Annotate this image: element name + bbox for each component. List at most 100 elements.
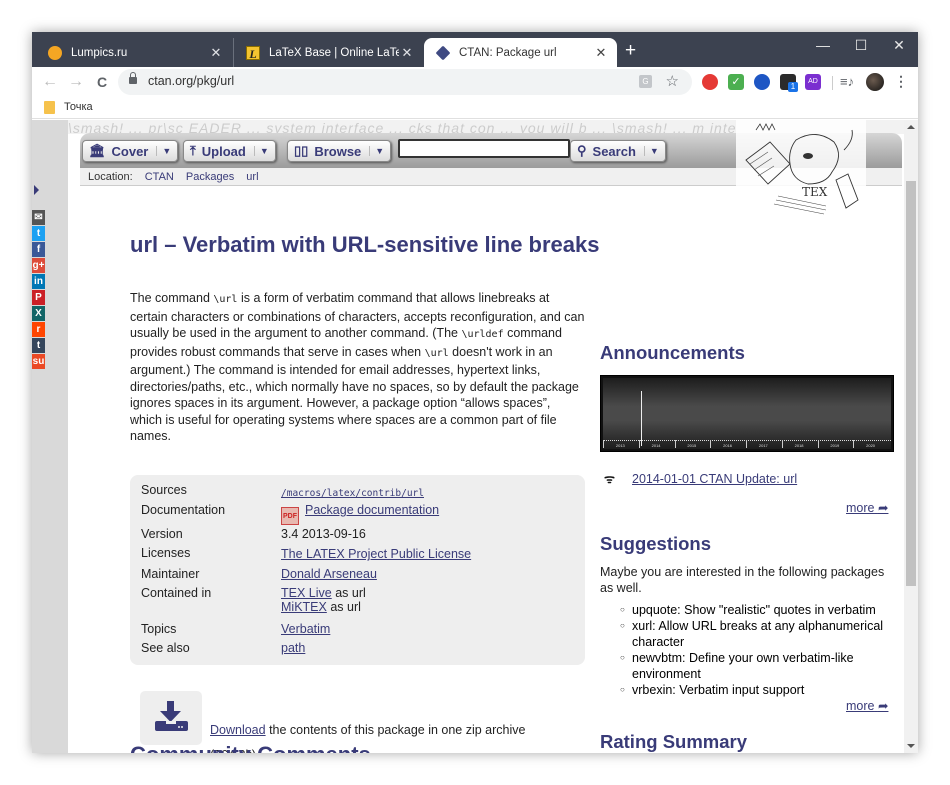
suggestion-link[interactable]: xurl: Allow URL breaks at any alphanumer… [632, 619, 883, 649]
maximize-button[interactable]: ☐ [843, 35, 879, 55]
browse-label: Browse [314, 143, 362, 159]
inline-code: \url [424, 347, 449, 359]
ctan-page: \smash! ... pr\sc EADER ... system inter… [68, 120, 904, 753]
scrollbar-thumb[interactable] [906, 181, 916, 586]
contained-suffix: as url [326, 600, 361, 614]
suggestion-link[interactable]: newvbtm: Define your own verbatim-like e… [632, 651, 854, 681]
timeline-background [603, 378, 891, 449]
suggestions-more-link[interactable]: more ➦ [846, 698, 888, 713]
suggestion-item: vrbexin: Verbatim input support [620, 682, 910, 698]
timeline-year-label: 2013 [615, 443, 625, 448]
media-playlist-icon[interactable]: ≡♪ [840, 74, 856, 90]
download-button[interactable] [140, 691, 202, 745]
close-window-button[interactable]: ✕ [881, 35, 917, 55]
address-bar[interactable]: ctan.org/pkg/url G ☆ [118, 69, 692, 95]
translate-icon[interactable]: G [639, 75, 652, 88]
page-title: url – Verbatim with URL-sensitive line b… [130, 232, 600, 257]
breadcrumb-url[interactable]: url [246, 171, 258, 183]
rating-summary-heading: Rating Summary [600, 731, 748, 752]
breadcrumb-packages[interactable]: Packages [186, 171, 234, 183]
suggestion-link[interactable]: vrbexin: Verbatim input support [632, 683, 804, 697]
timeline-tick [603, 440, 604, 448]
tab-close-icon[interactable]: ✕ [399, 45, 415, 61]
search-input[interactable] [398, 139, 570, 158]
upload-menu-button[interactable]: ⤒ Upload ▼ [183, 140, 276, 162]
maintainer-link[interactable]: Donald Arseneau [281, 567, 377, 581]
ctan-lion-logo[interactable]: TEX [736, 120, 866, 215]
share-twitter-icon[interactable]: t [32, 226, 45, 241]
announcements-heading: Announcements [600, 342, 745, 363]
back-button[interactable]: ← [39, 71, 61, 93]
sources-value: /macros/latex/contrib/url [281, 485, 424, 499]
box-extension-icon[interactable]: 1 [780, 74, 798, 92]
desc-text: doesn't work in an argument.) The comman… [130, 344, 579, 444]
share-stumbleupon-icon[interactable]: su [32, 354, 45, 369]
bookmark-star-icon[interactable]: ☆ [666, 72, 679, 90]
tab-ctan-package-url[interactable]: CTAN: Package url ✕ [424, 38, 617, 67]
share-reddit-icon[interactable]: r [32, 322, 45, 337]
share-tumblr-icon[interactable]: t [32, 338, 45, 353]
download-link[interactable]: Download [210, 723, 266, 737]
share-linkedin-icon[interactable]: in [32, 274, 45, 289]
forward-button[interactable]: → [65, 71, 87, 93]
new-tab-button[interactable]: + [625, 41, 636, 61]
topic-verbatim-link[interactable]: Verbatim [281, 622, 330, 636]
miktex-link[interactable]: MiKTEX [281, 600, 327, 614]
ad-extension-icon[interactable]: AD [805, 74, 821, 90]
vpn-globe-extension-icon[interactable] [754, 74, 770, 90]
scroll-up-arrow-icon[interactable] [907, 125, 915, 129]
tab-lumpics[interactable]: Lumpics.ru ✕ [36, 38, 232, 67]
chevron-down-icon: ▼ [156, 146, 171, 156]
tab-latex-base[interactable]: L LaTeX Base | Online LaTeX Editor ✕ [233, 38, 423, 67]
package-info-table: Sources /macros/latex/contrib/url Docume… [130, 475, 585, 665]
address-url[interactable]: ctan.org/pkg/url [148, 74, 234, 88]
lumpics-favicon-icon [48, 45, 62, 60]
adblock-extension-icon[interactable] [702, 74, 718, 90]
share-email-icon[interactable]: ✉ [32, 210, 45, 225]
share-google-plus-icon[interactable]: g+ [32, 258, 45, 273]
announcement-link[interactable]: 2014-01-01 CTAN Update: url [632, 472, 797, 486]
suggestions-list: upquote: Show "realistic" quotes in verb… [620, 602, 910, 698]
share-arrow-icon: ➦ [877, 699, 889, 713]
browser-menu-icon[interactable]: ⋮ [894, 72, 908, 90]
sources-link[interactable]: /macros/latex/contrib/url [281, 488, 424, 499]
search-icon: ⚲ [577, 143, 587, 158]
timeline-year-label: 2015 [687, 443, 697, 448]
browse-menu-button[interactable]: ▯▯ Browse ▼ [287, 140, 392, 162]
maintainer-value: Donald Arseneau [281, 567, 377, 581]
vertical-scrollbar[interactable] [904, 120, 918, 753]
announcements-timeline[interactable]: 2013 2014 2015 2016 2017 2018 2019 2020 [600, 375, 894, 452]
documentation-value: PDF Package documentation [281, 503, 439, 525]
desc-text: The command [130, 291, 214, 305]
timeline-year-label: 2018 [794, 443, 804, 448]
texlive-link[interactable]: TEX Live [281, 586, 332, 600]
share-facebook-icon[interactable]: f [32, 242, 45, 257]
search-button[interactable]: ⚲ Search ▼ [570, 140, 666, 162]
documentation-link[interactable]: Package documentation [305, 503, 439, 517]
cover-label: Cover [111, 143, 149, 159]
scroll-down-arrow-icon[interactable] [907, 744, 915, 748]
extension-badge: 1 [788, 82, 798, 92]
minimize-button[interactable]: — [805, 35, 841, 55]
see-also-path-link[interactable]: path [281, 641, 305, 655]
contained-suffix: as url [331, 586, 366, 600]
announcements-more-link[interactable]: more ➦ [846, 500, 888, 515]
tab-close-icon[interactable]: ✕ [208, 45, 224, 61]
contained-in-label: Contained in [141, 586, 212, 600]
checker-extension-icon[interactable]: ✓ [728, 74, 744, 90]
profile-avatar[interactable] [866, 73, 884, 91]
ctan-favicon-icon [435, 45, 451, 60]
cover-menu-button[interactable]: 🏛 Cover ▼ [82, 140, 179, 162]
bookmark-tochka[interactable]: Точка [64, 101, 93, 113]
license-link[interactable]: The LATEX Project Public License [281, 547, 471, 561]
timeline-tick [746, 440, 747, 448]
expand-arrow-icon[interactable] [34, 185, 39, 195]
reload-button[interactable]: C [91, 71, 113, 93]
share-pinterest-icon[interactable]: P [32, 290, 45, 305]
browser-window: Lumpics.ru ✕ L LaTeX Base | Online LaTeX… [32, 32, 918, 753]
breadcrumb-ctan[interactable]: CTAN [145, 171, 174, 183]
share-xing-icon[interactable]: X [32, 306, 45, 321]
suggestion-link[interactable]: upquote: Show "realistic" quotes in verb… [632, 603, 876, 617]
timeline-event-marker[interactable] [640, 391, 642, 446]
tab-close-icon[interactable]: ✕ [593, 45, 609, 61]
